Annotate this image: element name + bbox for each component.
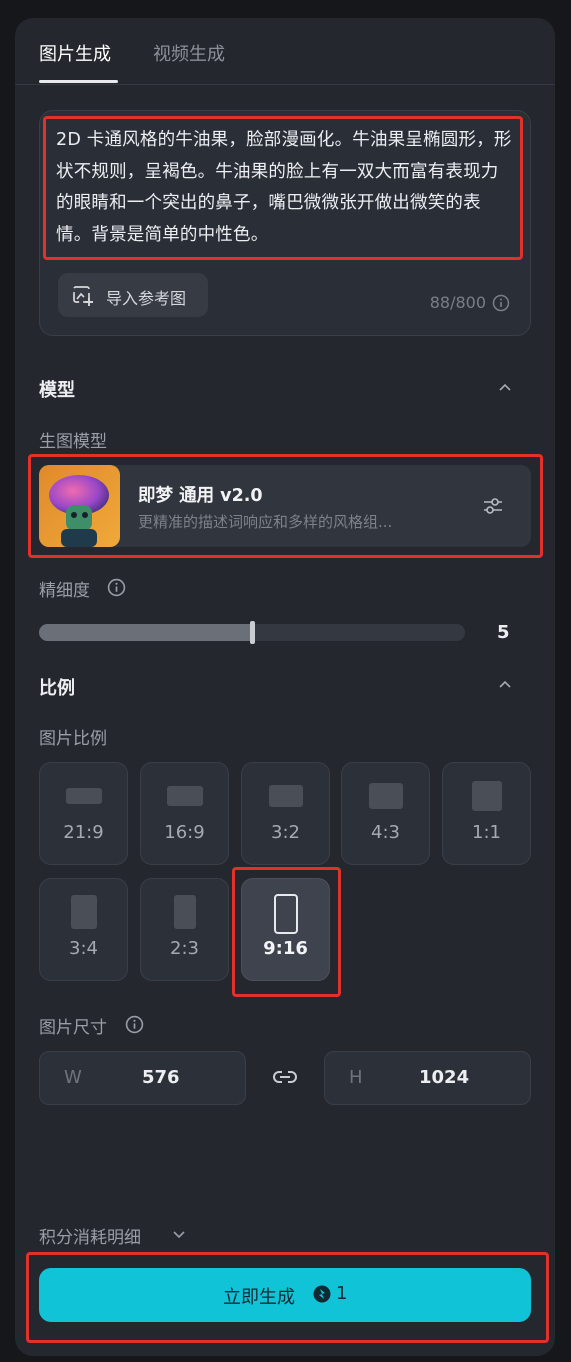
ratio-option[interactable]: 3:2 <box>241 762 330 865</box>
info-icon[interactable] <box>125 1015 144 1034</box>
detail-slider-fill <box>39 624 252 641</box>
sliders-settings-icon[interactable] <box>481 494 505 518</box>
chevron-down-icon[interactable] <box>171 1226 187 1242</box>
ratio-label: 1:1 <box>472 822 501 843</box>
generate-label: 立即生成 <box>223 1287 295 1308</box>
ratio-option[interactable]: 3:4 <box>39 878 128 981</box>
chevron-up-icon[interactable] <box>497 380 513 396</box>
ratio-label: 21:9 <box>63 822 104 843</box>
ratio-shape-icon <box>166 786 203 806</box>
ratio-shape-icon <box>65 788 102 804</box>
import-reference-button[interactable]: 导入参考图 <box>58 273 208 317</box>
ratio-label: 4:3 <box>371 822 400 843</box>
ratio-label: 3:4 <box>69 938 98 959</box>
height-value: 1024 <box>419 1067 470 1088</box>
ratio-shape-icon <box>173 895 196 929</box>
model-sub-label: 生图模型 <box>39 432 107 452</box>
ratio-option[interactable]: 1:1 <box>442 762 531 865</box>
credit-coin-icon <box>313 1285 331 1303</box>
size-label: 图片尺寸 <box>39 1018 107 1038</box>
ratio-sub-label: 图片比例 <box>39 729 107 749</box>
height-field[interactable]: H 1024 <box>324 1051 531 1105</box>
ratio-label: 2:3 <box>170 938 199 959</box>
width-prefix: W <box>64 1067 82 1088</box>
chevron-up-icon[interactable] <box>497 677 513 693</box>
ratio-shape-icon <box>70 895 97 929</box>
ratio-section-title: 比例 <box>39 678 75 699</box>
model-thumbnail <box>39 465 120 547</box>
width-value: 576 <box>142 1067 180 1088</box>
tab-image-generation[interactable]: 图片生成 <box>39 40 111 66</box>
width-field[interactable]: W 576 <box>39 1051 246 1105</box>
generation-panel: 图片生成 视频生成 2D 卡通风格的牛油果，脸部漫画化。牛油果呈椭圆形，形状不规… <box>15 18 555 1356</box>
height-prefix: H <box>349 1067 363 1088</box>
char-count: 88/800 <box>429 293 486 312</box>
generate-button[interactable]: 立即生成 1 <box>39 1268 531 1322</box>
ratio-option[interactable]: 2:3 <box>140 878 229 981</box>
detail-value: 5 <box>497 622 510 643</box>
tab-video-generation[interactable]: 视频生成 <box>153 40 225 66</box>
ratio-shape-icon <box>273 894 298 934</box>
ratio-option[interactable]: 4:3 <box>341 762 430 865</box>
tab-bar: 图片生成 视频生成 <box>15 18 555 85</box>
detail-slider[interactable] <box>39 621 465 644</box>
active-tab-indicator <box>39 80 118 83</box>
generate-cost: 1 <box>336 1283 348 1304</box>
link-icon[interactable] <box>272 1068 298 1086</box>
import-reference-label: 导入参考图 <box>106 289 187 308</box>
ratio-label: 9:16 <box>263 938 308 959</box>
prompt-box: 2D 卡通风格的牛油果，脸部漫画化。牛油果呈椭圆形，形状不规则，呈褐色。牛油果的… <box>39 110 531 336</box>
detail-label: 精细度 <box>39 581 90 601</box>
model-name: 即梦 通用 v2.0 <box>138 486 263 506</box>
model-section-title: 模型 <box>39 380 75 401</box>
info-icon[interactable] <box>492 294 510 312</box>
ratio-shape-icon <box>368 783 403 809</box>
prompt-textarea[interactable]: 2D 卡通风格的牛油果，脸部漫画化。牛油果呈椭圆形，形状不规则，呈褐色。牛油果的… <box>56 125 512 251</box>
model-description: 更精准的描述词响应和多样的风格组... <box>138 513 393 531</box>
info-icon[interactable] <box>107 578 126 597</box>
credit-details-toggle[interactable]: 积分消耗明细 <box>39 1223 141 1248</box>
ratio-option[interactable]: 16:9 <box>140 762 229 865</box>
ratio-label: 16:9 <box>164 822 205 843</box>
image-add-icon <box>73 286 93 306</box>
ratio-label: 3:2 <box>271 822 300 843</box>
detail-slider-handle[interactable] <box>250 621 255 644</box>
ratio-shape-icon <box>471 781 502 811</box>
model-selector[interactable]: 即梦 通用 v2.0 更精准的描述词响应和多样的风格组... <box>39 465 531 547</box>
ratio-option[interactable]: 9:16 <box>241 878 330 981</box>
ratio-option[interactable]: 21:9 <box>39 762 128 865</box>
ratio-shape-icon <box>268 785 303 807</box>
